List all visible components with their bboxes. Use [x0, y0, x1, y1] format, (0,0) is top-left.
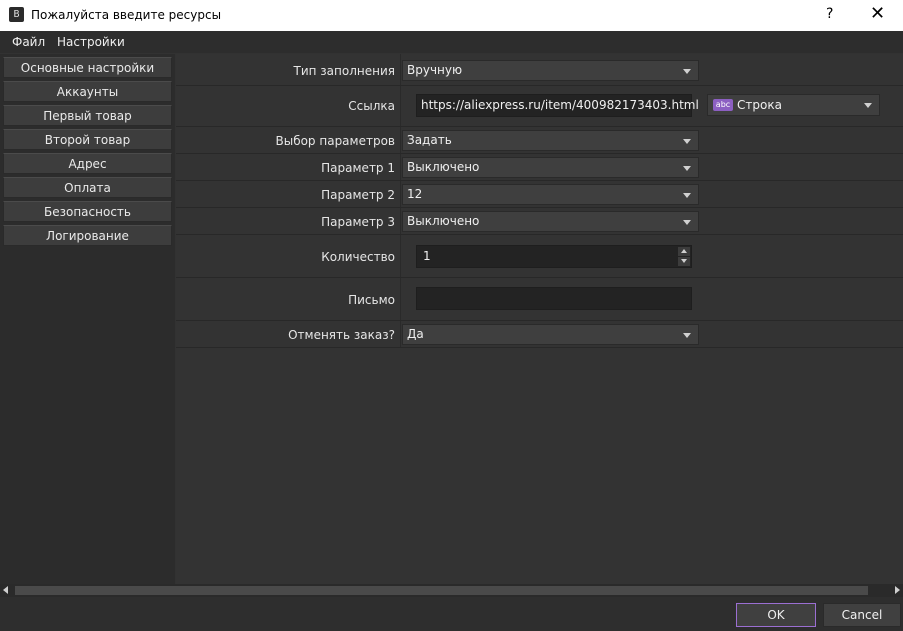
chevron-down-icon — [683, 69, 691, 74]
param2-label: Параметр 2 — [321, 188, 395, 202]
menu-bar: Файл Настройки — [0, 31, 903, 53]
cancel-order-value: Да — [407, 327, 424, 341]
scrollbar-thumb[interactable] — [15, 586, 868, 595]
chevron-down-icon — [864, 103, 872, 108]
quantity-label: Количество — [321, 250, 395, 264]
app-icon: B — [9, 7, 24, 22]
chevron-down-icon — [683, 166, 691, 171]
row-param-choice: Выбор параметров Задать — [176, 127, 903, 154]
row-cancel-order: Отменять заказ? Да — [176, 321, 903, 348]
cancel-button[interactable]: Cancel — [823, 603, 901, 627]
row-quantity: Количество 1 — [176, 235, 903, 278]
param3-value: Выключено — [407, 214, 480, 228]
sidebar-item-logging[interactable]: Логирование — [3, 225, 172, 246]
menu-settings[interactable]: Настройки — [57, 35, 125, 49]
ok-button[interactable]: OK — [736, 603, 816, 627]
spin-down-icon[interactable] — [678, 257, 690, 266]
param-choice-value: Задать — [407, 133, 452, 147]
window-title: Пожалуйста введите ресурсы — [31, 8, 222, 22]
param2-combo[interactable]: 12 — [402, 184, 699, 205]
cancel-order-combo[interactable]: Да — [402, 324, 699, 345]
sidebar: Основные настройки Аккаунты Первый товар… — [0, 54, 175, 584]
link-type-combo[interactable]: abc Строка — [707, 94, 880, 116]
fill-type-value: Вручную — [407, 63, 463, 77]
chevron-down-icon — [683, 333, 691, 338]
cancel-order-label: Отменять заказ? — [288, 328, 395, 342]
row-param2: Параметр 2 12 — [176, 181, 903, 208]
letter-input[interactable] — [416, 287, 692, 310]
param3-combo[interactable]: Выключено — [402, 211, 699, 232]
horizontal-scrollbar[interactable] — [0, 584, 903, 597]
param1-value: Выключено — [407, 160, 480, 174]
param-choice-label: Выбор параметров — [275, 134, 395, 148]
quantity-value: 1 — [423, 249, 431, 263]
param3-label: Параметр 3 — [321, 215, 395, 229]
quantity-stepper[interactable]: 1 — [416, 245, 692, 268]
scroll-left-icon[interactable] — [3, 586, 8, 594]
sidebar-item-second-product[interactable]: Второй товар — [3, 129, 172, 150]
param1-combo[interactable]: Выключено — [402, 157, 699, 178]
sidebar-item-main-settings[interactable]: Основные настройки — [3, 57, 172, 78]
row-fill-type: Тип заполнения Вручную — [176, 54, 903, 86]
link-type-value: Строка — [737, 98, 782, 112]
sidebar-item-address[interactable]: Адрес — [3, 153, 172, 174]
fill-type-combo[interactable]: Вручную — [402, 60, 699, 81]
sidebar-item-accounts[interactable]: Аккаунты — [3, 81, 172, 102]
chevron-down-icon — [683, 193, 691, 198]
letter-label: Письмо — [348, 293, 395, 307]
close-button[interactable]: ✕ — [870, 3, 885, 24]
row-param3: Параметр 3 Выключено — [176, 208, 903, 235]
row-param1: Параметр 1 Выключено — [176, 154, 903, 181]
link-input[interactable]: https://aliexpress.ru/item/400982173403.… — [416, 94, 699, 117]
title-bar: B Пожалуйста введите ресурсы ? ✕ — [0, 0, 903, 31]
row-link: Ссылка https://aliexpress.ru/item/400982… — [176, 86, 903, 127]
spin-up-icon[interactable] — [678, 247, 690, 256]
link-label: Ссылка — [348, 99, 395, 113]
menu-file[interactable]: Файл — [12, 35, 45, 49]
string-type-icon: abc — [713, 99, 733, 111]
param1-label: Параметр 1 — [321, 161, 395, 175]
scroll-right-icon[interactable] — [895, 586, 900, 594]
chevron-down-icon — [683, 220, 691, 225]
dialog-footer: OK Cancel — [0, 597, 903, 631]
param-choice-combo[interactable]: Задать — [402, 130, 699, 151]
form-panel: Тип заполнения Вручную Ссылка https://al… — [176, 54, 903, 584]
fill-type-label: Тип заполнения — [293, 64, 395, 78]
param2-value: 12 — [407, 187, 423, 201]
chevron-down-icon — [683, 139, 691, 144]
row-letter: Письмо — [176, 278, 903, 321]
sidebar-item-payment[interactable]: Оплата — [3, 177, 172, 198]
help-button[interactable]: ? — [826, 6, 833, 22]
sidebar-item-security[interactable]: Безопасность — [3, 201, 172, 222]
sidebar-item-first-product[interactable]: Первый товар — [3, 105, 172, 126]
